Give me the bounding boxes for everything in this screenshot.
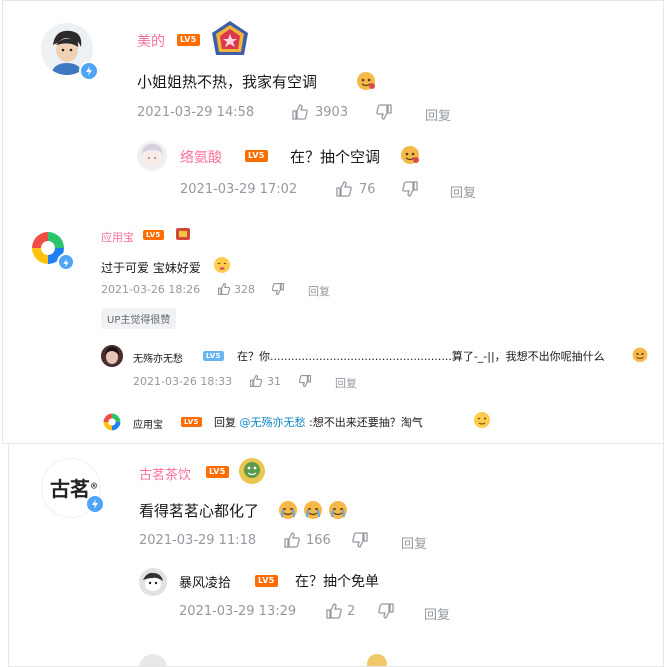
emoji-icon [631, 345, 649, 363]
pendant-badge-icon [367, 654, 387, 666]
thumb-up-icon[interactable] [283, 531, 301, 549]
like-count: 2 [347, 604, 356, 619]
pendant-badge-icon [237, 456, 267, 486]
reply-button[interactable]: 回复 [335, 375, 357, 391]
emoji-icon [302, 499, 324, 521]
verified-icon [85, 494, 105, 514]
level-badge: LV5 [206, 466, 229, 478]
reply-username[interactable]: 暴风凌拾 [179, 572, 231, 591]
reply-text: 在？你.....................................… [237, 350, 605, 363]
username[interactable]: 美的 [137, 31, 165, 51]
username[interactable]: 古茗茶饮 [139, 464, 191, 483]
like-count: 31 [267, 375, 281, 388]
emoji-icon [355, 69, 377, 91]
verified-icon [57, 253, 75, 271]
avatar[interactable] [101, 411, 123, 433]
reply-text: 在？抽个空调 [290, 148, 381, 166]
avatar[interactable] [101, 345, 123, 367]
reply-time: 2021-03-29 13:29 [179, 604, 297, 619]
avatar[interactable] [139, 568, 167, 596]
like-count: 76 [359, 182, 376, 197]
thumb-up-icon[interactable] [325, 602, 343, 620]
comment-text: 过于可爱 宝妹好爱 [101, 261, 201, 275]
thumb-up-icon[interactable] [335, 180, 353, 198]
avatar[interactable] [137, 141, 167, 171]
emoji-icon [327, 499, 349, 521]
comment-card-1: 美的 LV5 小姐姐热不热，我家有空调 2021-03-29 14:58 390… [2, 0, 664, 214]
thumb-down-icon[interactable] [401, 180, 419, 198]
comment-card-2: 应用宝 LV5 过于可爱 宝妹好爱 2021-03-26 18:26 328 回… [2, 213, 664, 444]
registered-mark: ® [90, 480, 98, 491]
comment-card-3: 古茗® 古茗茶饮 LV5 看得茗茗心都化了 2021-03-29 11:18 1… [8, 443, 664, 667]
emoji-icon [277, 499, 299, 521]
pendant-badge-icon [174, 225, 192, 243]
thumb-up-icon[interactable] [249, 373, 263, 388]
like-count: 166 [306, 533, 331, 548]
reply-button[interactable]: 回复 [308, 283, 330, 299]
up-liked-tag: UP主觉得很赞 [101, 308, 177, 329]
comment-time: 2021-03-26 18:26 [101, 283, 201, 296]
reply-button[interactable]: 回复 [424, 604, 450, 623]
emoji-icon [399, 143, 421, 165]
pendant-badge-icon [209, 19, 251, 61]
emoji-icon [213, 256, 231, 274]
level-badge: LV5 [177, 34, 200, 46]
reply-button[interactable]: 回复 [425, 105, 451, 124]
thumb-up-icon[interactable] [291, 103, 309, 121]
level-badge: LV5 [203, 351, 224, 361]
reply-text: 在？抽个免单 [295, 574, 379, 590]
reply-username[interactable]: 无殇亦无愁 [133, 350, 183, 365]
username[interactable]: 应用宝 [101, 229, 134, 245]
like-count: 3903 [315, 105, 349, 120]
level-badge: LV5 [181, 417, 202, 427]
thumb-down-icon[interactable] [298, 373, 312, 388]
comment-time: 2021-03-29 11:18 [139, 533, 257, 548]
avatar[interactable] [139, 654, 167, 666]
emoji-icon [473, 411, 491, 429]
level-badge: LV5 [143, 230, 164, 240]
reply-text: 回复 @无殇亦无愁 :想不出来还要抽？淘气 [214, 414, 423, 430]
comment-time: 2021-03-29 14:58 [137, 105, 255, 120]
thumb-down-icon[interactable] [377, 602, 395, 620]
reply-time: 2021-03-29 17:02 [180, 182, 298, 197]
reply-username[interactable]: 应用宝 [133, 416, 163, 431]
reply-prefix: 回复 [214, 416, 236, 429]
thumb-down-icon[interactable] [351, 531, 369, 549]
level-badge: LV5 [255, 575, 278, 587]
reply-button[interactable]: 回复 [401, 533, 427, 552]
reply-button[interactable]: 回复 [450, 182, 476, 201]
thumb-down-icon[interactable] [271, 281, 285, 296]
like-count: 328 [234, 283, 255, 296]
reply-time: 2021-03-26 18:33 [133, 375, 233, 388]
comment-text: 看得茗茗心都化了 [139, 502, 260, 520]
brand-name: 古茗 [50, 477, 90, 501]
thumb-down-icon[interactable] [375, 103, 393, 121]
reply-body: :想不出来还要抽？淘气 [309, 416, 423, 429]
comment-text: 小姐姐热不热，我家有空调 [137, 73, 318, 91]
reply-username[interactable]: 络氨酸 [180, 147, 222, 167]
level-badge: LV5 [245, 150, 268, 162]
verified-icon [79, 61, 99, 81]
thumb-up-icon[interactable] [217, 281, 231, 296]
mention-link[interactable]: @无殇亦无愁 [240, 416, 306, 429]
